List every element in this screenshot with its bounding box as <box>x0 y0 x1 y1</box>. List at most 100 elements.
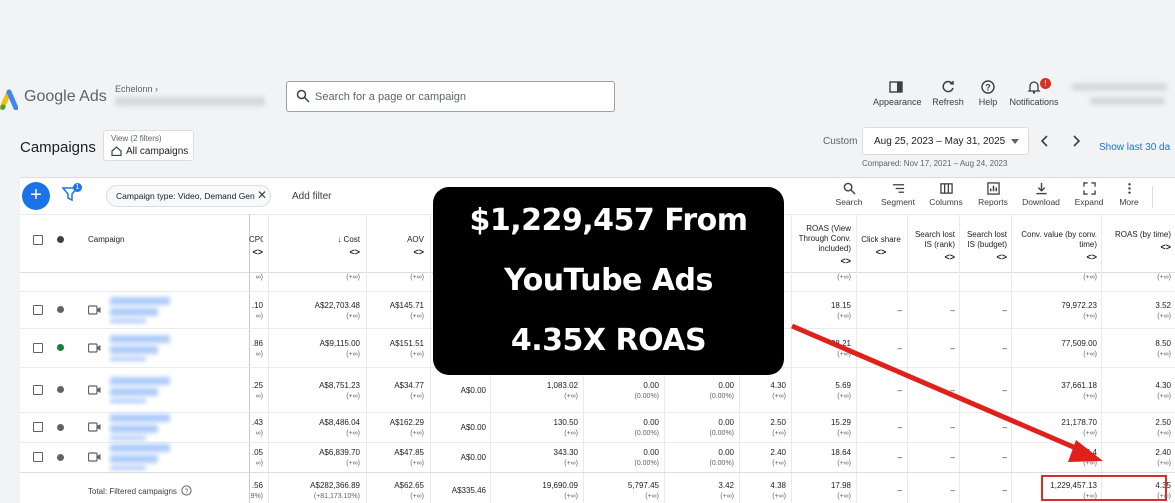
cell-lost-budget: – <box>1002 385 1007 395</box>
total-col7: 5,797.45 (+∞) <box>627 481 659 500</box>
cell-c5: A$0.00 <box>460 453 486 462</box>
col-header-cost[interactable]: ↓ Cost <> <box>310 235 360 257</box>
col-header-conv-value[interactable]: Conv. value (by conv. time) <> <box>1013 230 1097 262</box>
campaign-status-dot[interactable] <box>57 306 64 313</box>
help-button[interactable]: ? Help <box>975 80 1001 107</box>
campaign-status-dot[interactable] <box>57 453 64 461</box>
show-last-30-days-link[interactable]: Show last 30 da <box>1099 142 1170 153</box>
col-divider <box>959 214 960 503</box>
chevron-left-icon[interactable] <box>1040 134 1050 148</box>
compare-range: Compared: Nov 17, 2021 – Aug 24, 2023 <box>862 159 1008 168</box>
col-header-roas[interactable]: ROAS (by time) <> <box>1103 230 1171 252</box>
add-campaign-button[interactable]: + <box>22 182 50 210</box>
cell-roas: 4.30 (+∞) <box>1155 380 1171 400</box>
row-checkbox[interactable] <box>33 304 43 315</box>
select-all-checkbox[interactable] <box>33 235 43 245</box>
cell-conv-value: 79,972.23 (+∞) <box>1061 300 1097 320</box>
col-header-cpc[interactable]: CPC<> <box>249 235 263 257</box>
total-row-label: Total: Filtered campaigns <box>88 487 177 496</box>
cell-cpc: .25 ∞) <box>251 380 263 400</box>
account-label[interactable]: Echelonn › <box>115 84 158 94</box>
global-search[interactable] <box>286 81 615 112</box>
notification-badge: ! <box>1040 78 1051 89</box>
campaign-name-blurred[interactable] <box>110 444 170 470</box>
download-button[interactable]: Download <box>1020 182 1062 207</box>
row-divider <box>20 412 1175 413</box>
cell-aov: A$34.77 (+∞) <box>394 380 424 400</box>
columns-button[interactable]: Columns <box>926 182 966 207</box>
campaign-name-blurred[interactable] <box>110 414 170 440</box>
notifications-button[interactable]: ! Notifications <box>1009 78 1059 107</box>
campaign-name-blurred[interactable] <box>110 296 170 323</box>
filter-chip-campaign-type[interactable]: Campaign type: Video, Demand Gen <box>106 185 271 207</box>
segment-icon <box>892 184 904 193</box>
campaign-status-dot[interactable] <box>57 423 64 431</box>
total-lost-budget: – <box>1002 486 1007 495</box>
video-campaign-icon <box>88 384 101 395</box>
cell-click-share: – <box>897 343 902 353</box>
cell-conv-value: 21,178.70 (+∞) <box>1061 418 1097 437</box>
cell-lost-budget: – <box>1002 423 1007 432</box>
chevron-right-icon[interactable] <box>1071 134 1081 148</box>
cell-cpc: .43 ∞) <box>251 418 263 437</box>
close-icon[interactable]: ✕ <box>257 188 267 202</box>
user-email-blurred[interactable] <box>1072 83 1167 91</box>
col-header-lost-is-rank[interactable]: Search lost IS (rank) <> <box>909 230 955 262</box>
cell-c7: 0.00 (0.00%) <box>634 418 659 437</box>
callout-line-3: 4.35X ROAS <box>510 323 707 358</box>
highlight-box-total-conv-value <box>1041 475 1167 501</box>
chevron-down-icon <box>1011 139 1019 144</box>
total-click-share: – <box>897 486 902 495</box>
col-header-click-share[interactable]: Click share <> <box>858 235 904 257</box>
campaign-status-dot[interactable] <box>57 344 64 351</box>
row-checkbox[interactable] <box>33 422 43 432</box>
campaign-name-blurred[interactable] <box>110 334 170 361</box>
table-search-button[interactable]: Search <box>833 182 865 207</box>
col-header-lost-is-budget[interactable]: Search lost IS (budget) <> <box>961 230 1007 262</box>
toolbar-divider <box>1152 186 1153 208</box>
appearance-button[interactable]: Appearance <box>873 80 922 107</box>
svg-text:?: ? <box>985 83 991 93</box>
expand-button[interactable]: Expand <box>1072 182 1106 207</box>
row-checkbox[interactable] <box>33 342 43 353</box>
col-header-roas-view-through[interactable]: ROAS (View Through Conv. included) <> <box>793 224 851 266</box>
cell-c6: 343.30 (+∞) <box>553 448 578 467</box>
cell-aov: A$162.29 (+∞) <box>389 418 424 437</box>
cell-conv-value: (+∞) <box>1083 273 1097 281</box>
cell-conv-value: 37,661.18 (+∞) <box>1061 380 1097 400</box>
refresh-button[interactable]: Refresh <box>929 80 967 107</box>
help-circle-icon: ? <box>981 80 995 94</box>
cell-click-share: – <box>897 385 902 395</box>
total-cost: A$282,366.89 (+81,173.10%) <box>310 481 360 500</box>
cell-roas: (+∞) <box>1157 273 1171 281</box>
col-header-campaign[interactable]: Campaign <box>88 235 124 245</box>
campaign-name-blurred[interactable] <box>110 376 170 403</box>
cell-cpc: .05 ∞) <box>251 448 263 467</box>
cell-cost: A$22,703.48 (+∞) <box>314 300 360 320</box>
expand-icon <box>1082 182 1096 195</box>
row-checkbox[interactable] <box>33 452 43 462</box>
total-cpc: .56 9%) <box>250 481 263 500</box>
view-filter-count: View (2 filters) <box>111 134 162 143</box>
col-header-aov[interactable]: AOV <> <box>380 235 424 257</box>
app-name: Google Ads <box>24 88 107 105</box>
total-row-border <box>20 472 1175 473</box>
view-selector[interactable]: View (2 filters) All campaigns <box>103 130 194 161</box>
campaign-status-dot[interactable] <box>57 386 64 393</box>
add-filter-button[interactable]: Add filter <box>292 191 331 202</box>
cell-c9: 4.30 (+∞) <box>770 380 786 400</box>
search-input[interactable] <box>315 88 605 106</box>
row-checkbox[interactable] <box>33 384 43 395</box>
segment-button[interactable]: Segment <box>878 182 918 207</box>
cell-aov: (+∞) <box>410 273 424 281</box>
cell-c8: 0.00 (0.00%) <box>709 448 734 467</box>
help-icon[interactable]: ? <box>181 485 192 496</box>
reports-button[interactable]: Reports <box>974 182 1012 207</box>
date-range-picker[interactable]: Aug 25, 2023 – May 31, 2025 <box>862 127 1029 155</box>
more-button[interactable]: More <box>1114 182 1144 207</box>
cell-c5: A$0.00 <box>460 385 486 395</box>
status-header-dot[interactable] <box>57 236 64 243</box>
cell-cpc: .86 ∞) <box>251 338 263 358</box>
cell-c5: A$0.00 <box>460 423 486 432</box>
total-aov: A$62.65 (+∞) <box>394 481 424 500</box>
